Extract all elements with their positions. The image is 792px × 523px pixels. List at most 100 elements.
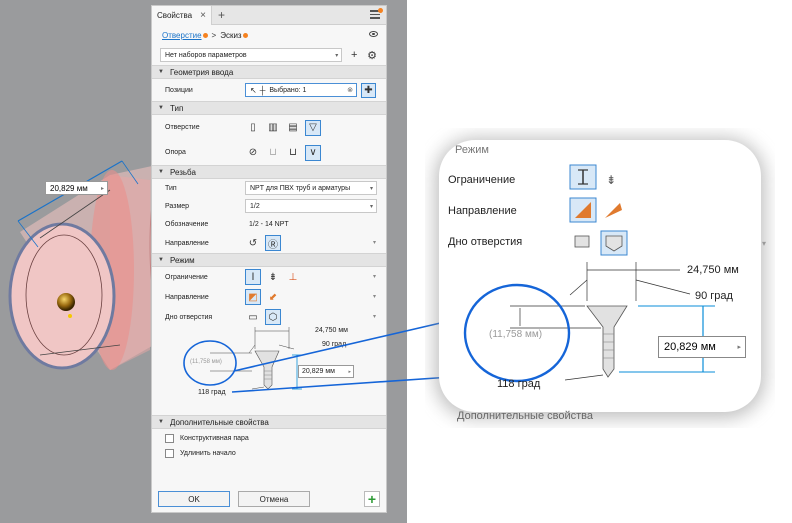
section-title: Режим [169,255,195,265]
spotface-icon[interactable]: ⊔ [285,145,301,161]
preset-row: Нет наборов параметров ▾ + ⚙ [152,45,386,65]
chevron-down-icon: ▾ [369,204,373,210]
cancel-button[interactable]: Отмена [238,491,310,507]
construction-pair-row[interactable]: Конструктивная пара [152,431,386,446]
hole-preview: 24,750 мм 90 град (11,758 мм) 20,829 мм … [152,327,386,415]
hole-center-marker[interactable] [57,293,75,311]
zoom-termination-label: Ограничение [448,174,516,186]
gear-icon[interactable]: ⚙ [366,49,378,62]
dimension-input[interactable]: 20,829 мм ▸ [45,181,108,195]
eye-icon[interactable] [369,31,378,37]
extend-start-label: Удлинить начало [180,450,236,457]
zoom-depth-input[interactable]: 20,829 мм ▸ [658,336,746,358]
svg-text:⇟: ⇟ [606,173,616,187]
ok-button[interactable]: OK [158,491,230,507]
angle-bottom-icon[interactable]: ⬡ [265,309,281,325]
section-mode[interactable]: ▼ Режим [152,253,386,267]
bottom-row: Дно отверстия ▭ ⬡ ▾ [152,307,386,327]
thread-type-row: Тип NPT для ПВХ труб и арматуры ▾ [152,179,386,197]
hole-simple-icon[interactable]: ▯ [245,120,261,136]
collapse-icon: ▼ [158,169,164,175]
chevron-down-icon: ▾ [369,186,373,192]
thread-type-select[interactable]: NPT для ПВХ труб и арматуры ▾ [245,181,377,195]
chevron-down-icon: ▾ [335,53,339,59]
section-input-geometry[interactable]: ▼ Геометрия ввода [152,65,386,79]
tip-angle-label: 118 град [198,389,226,396]
hole-taper-icon[interactable]: ▽ [305,119,321,136]
zoom-graphic: ⇟ ▾ [435,138,766,418]
zoom-bottom-label: Дно отверстия [448,236,523,248]
support-label: Опора [165,149,186,156]
breadcrumb-current[interactable]: Эскиз [220,31,241,40]
thread-direction-label: Направление [165,239,209,247]
right-hand-thread-icon[interactable]: Ⓡ [265,235,281,251]
distance-termination-icon[interactable]: Ⅰ [245,269,261,285]
chevron-down-icon[interactable]: ▾ [373,239,376,246]
zoom-depth-menu-icon[interactable]: ▸ [737,343,745,351]
preset-select[interactable]: Нет наборов параметров ▾ [160,48,343,62]
add-tab-icon[interactable]: + [218,8,225,22]
depth-value: 20,829 мм [302,368,335,375]
collapse-icon: ▼ [158,257,164,263]
collapse-icon: ▼ [158,419,164,425]
depth-input[interactable]: 20,829 мм ▸ [298,365,354,378]
close-icon[interactable]: × [200,10,206,21]
direction-default-icon[interactable]: ◩ [245,289,261,305]
to-face-icon[interactable]: ⊥ [285,269,301,285]
depth-menu-icon[interactable]: ▸ [348,369,353,375]
apply-add-button[interactable]: + [364,491,380,507]
chevron-down-icon[interactable]: ▾ [373,313,376,320]
support-row: Опора ⊘ ⊔ ⊔ ∨ [152,140,386,165]
section-thread[interactable]: ▼ Резьба [152,165,386,179]
positions-row: Позиции ↖ ┼ Выбрано: 1 ⊗ ✚ [152,79,386,101]
add-position-icon[interactable]: ✚ [361,82,376,98]
properties-panel: Свойства × + Отверстие > Эскиз Нет набор… [151,5,387,513]
chevron-down-icon[interactable]: ▾ [373,273,376,280]
tab-properties[interactable]: Свойства × [152,5,212,25]
termination-label: Ограничение [165,273,208,281]
dimension-menu-icon[interactable]: ▸ [101,185,107,192]
flat-bottom-icon[interactable]: ▭ [245,309,261,325]
breadcrumb-link-hole[interactable]: Отверстие [162,31,202,40]
direction-label: Направление [165,293,209,301]
thread-size-row: Размер 1/2 ▾ [152,197,386,215]
designation-value: 1/2 - 14 NPT [249,220,289,228]
thread-size-value: 1/2 [250,202,260,210]
section-type[interactable]: ▼ Тип [152,101,386,115]
chevron-down-icon[interactable]: ▾ [373,293,376,300]
left-hand-thread-icon[interactable]: ↺ [245,235,261,251]
thread-size-select[interactable]: 1/2 ▾ [245,199,377,213]
breadcrumb: Отверстие > Эскиз [152,25,386,45]
dimension-value: 20,829 мм [50,183,88,193]
construction-pair-label: Конструктивная пара [180,435,249,442]
clear-icon[interactable]: ⊗ [347,86,353,94]
thread-type-label: Тип [165,184,177,192]
counterbore-icon[interactable]: ⊔ [265,145,281,161]
zoom-depth-value: 20,829 мм [664,341,716,353]
breadcrumb-separator: > [211,30,217,40]
zoom-diameter-label: 24,750 мм [687,264,739,276]
add-preset-icon[interactable]: + [348,49,360,61]
through-all-icon[interactable]: ⇟ [265,269,281,285]
section-extra[interactable]: ▼ Дополнительные свойства [152,415,386,429]
no-support-icon[interactable]: ⊘ [245,145,261,161]
section-title: Геометрия ввода [169,67,234,77]
zoom-extra-label: Дополнительные свойства [457,410,593,422]
positions-selector[interactable]: ↖ ┼ Выбрано: 1 ⊗ [245,83,357,97]
designation-label: Обозначение [165,220,209,228]
direction-row: Направление ◩ ⬋ ▾ [152,287,386,307]
countersink-icon[interactable]: ∨ [305,144,321,161]
construction-pair-checkbox[interactable] [165,434,174,443]
hole-tapped-icon[interactable]: ▤ [285,120,301,136]
collapse-icon: ▼ [158,69,164,75]
zoom-section-title: Режим [455,144,489,156]
hole-clearance-icon[interactable]: ▥ [265,120,281,136]
positions-value: Выбрано: 1 [269,86,307,94]
direction-flip-icon[interactable]: ⬋ [265,289,281,305]
extend-start-row[interactable]: Удлинить начало [152,446,386,461]
extend-start-checkbox[interactable] [165,449,174,458]
thread-type-value: NPT для ПВХ труб и арматуры [250,184,351,192]
section-title: Дополнительные свойства [169,417,269,427]
section-title: Тип [169,103,184,113]
section-title: Резьба [169,167,196,177]
